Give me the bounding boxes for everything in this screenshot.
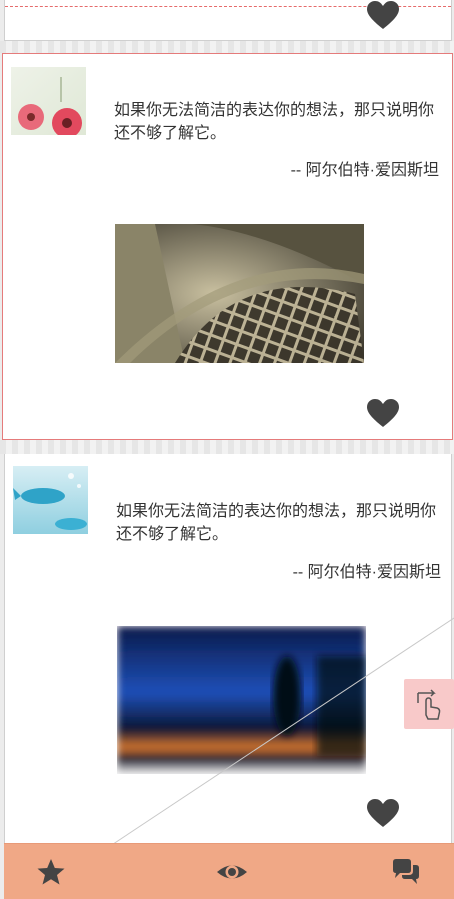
star-icon[interactable]: [36, 858, 66, 886]
post-photo[interactable]: [117, 626, 366, 774]
quote-author: -- 阿尔伯特·爱因斯坦: [292, 564, 441, 581]
feed-card[interactable]: 如果你无法简洁的表达你的想法，那只说明你还不够了解它。 -- 阿尔伯特·爱因斯坦: [2, 53, 453, 440]
bottom-nav-bar: [4, 843, 454, 899]
quote-text: 如果你无法简洁的表达你的想法，那只说明你还不够了解它。: [116, 503, 437, 543]
eye-icon[interactable]: [216, 858, 248, 886]
quote-author: -- 阿尔伯特·爱因斯坦: [290, 162, 439, 179]
avatar[interactable]: [11, 67, 86, 135]
card-gap: [0, 41, 454, 53]
avatar[interactable]: [13, 466, 88, 534]
heart-icon[interactable]: [367, 1, 399, 31]
comments-icon[interactable]: [390, 858, 422, 886]
feed-card[interactable]: 如果你无法简洁的表达你的想法，那只说明你还不够了解它。 -- 阿尔伯特·爱因斯坦: [4, 454, 452, 844]
card-gap: [0, 440, 454, 454]
floating-gesture-button[interactable]: [404, 679, 454, 729]
heart-icon[interactable]: [367, 799, 399, 829]
post-photo[interactable]: [115, 224, 364, 363]
feed-card-previous: [4, 0, 452, 41]
touch-swipe-icon: [417, 689, 441, 720]
quote-text: 如果你无法简洁的表达你的想法，那只说明你还不够了解它。: [114, 102, 435, 142]
heart-icon[interactable]: [367, 399, 399, 429]
